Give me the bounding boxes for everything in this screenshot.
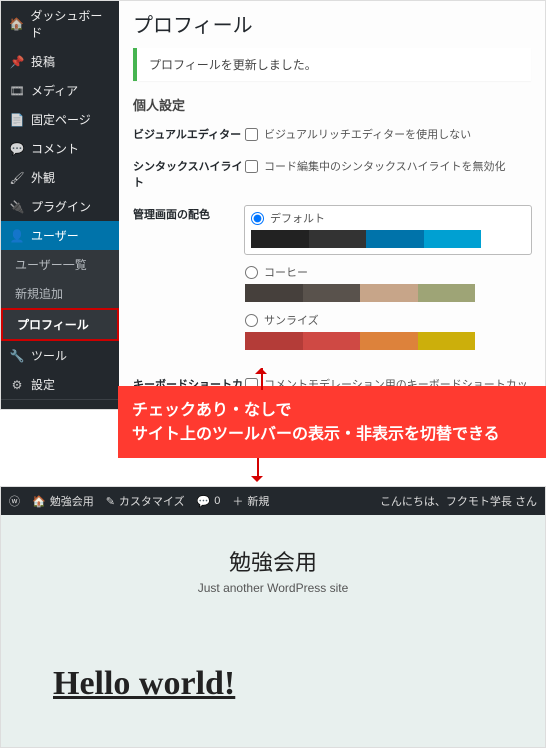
scheme-name: サンライズ (264, 312, 319, 328)
menu-posts[interactable]: 📌 投稿 (1, 47, 119, 76)
brush-icon: 🖌 (9, 171, 25, 185)
section-personal: 個人設定 (133, 95, 531, 114)
home-icon: 🏠 (32, 495, 46, 508)
submenu-profile[interactable]: プロフィール (1, 308, 119, 341)
profile-main: プロフィール プロフィールを更新しました。 個人設定 ビジュアルエディター ビジ… (119, 1, 545, 409)
menu-label: メディア (31, 82, 78, 99)
swatch-row (251, 230, 481, 248)
annotation-line1: チェックあり・なしで (132, 396, 534, 420)
menu-plugins[interactable]: 🔌 プラグイン (1, 192, 119, 221)
syntax-text: コード編集中のシンタックスハイライトを無効化 (264, 158, 505, 174)
ab-greeting: こんにちは、フクモト学長 さん (380, 493, 537, 509)
menu-pages[interactable]: 📄 固定ページ (1, 105, 119, 134)
post-title-link[interactable]: Hello world! (53, 665, 525, 703)
plus-icon: ＋ (232, 493, 243, 509)
menu-tools[interactable]: 🔧 ツール (1, 341, 119, 370)
label-colors: 管理画面の配色 (133, 206, 245, 222)
menu-label: 投稿 (31, 53, 55, 70)
comment-icon: 💬 (197, 495, 211, 508)
color-schemes: デフォルトコーヒーサンライズ (245, 206, 531, 360)
ab-comments-count: 0 (214, 495, 220, 507)
scheme-radio[interactable] (245, 266, 258, 279)
wp-admin: 🏠 ダッシュボード 📌 投稿 🎞 メディア 📄 固定ページ 💬 コメント 🖌 外観 🔌 プラグ… (0, 0, 546, 410)
syntax-checkbox-label[interactable]: コード編集中のシンタックスハイライトを無効化 (245, 158, 531, 174)
collapse-menu[interactable]: ◀メニューを閉じる (1, 399, 119, 410)
menu-dashboard[interactable]: 🏠 ダッシュボード (1, 1, 119, 47)
submenu-user-list[interactable]: ユーザー一覧 (1, 250, 119, 279)
admin-sidebar: 🏠 ダッシュボード 📌 投稿 🎞 メディア 📄 固定ページ 💬 コメント 🖌 外観 🔌 プラグ… (1, 1, 119, 409)
label-visual: ビジュアルエディター (133, 126, 245, 142)
page-icon: 📄 (9, 113, 25, 127)
row-syntax: シンタックスハイライト コード編集中のシンタックスハイライトを無効化 (133, 158, 531, 190)
frontend-preview: ⓦ 🏠 勉強会用 ✎ カスタマイズ 💬0 ＋新規 こんにちは、フクモト学長 さん 勉… (0, 486, 546, 748)
syntax-checkbox[interactable] (245, 160, 258, 173)
color-scheme-2[interactable]: サンライズ (245, 312, 531, 350)
menu-label: ツール (31, 347, 67, 364)
row-visual-editor: ビジュアルエディター ビジュアルリッチエディターを使用しない (133, 126, 531, 142)
ab-customize[interactable]: ✎ カスタマイズ (106, 493, 185, 509)
visual-text: ビジュアルリッチエディターを使用しない (264, 126, 471, 142)
visual-checkbox-label[interactable]: ビジュアルリッチエディターを使用しない (245, 126, 531, 142)
menu-label: 固定ページ (31, 111, 91, 128)
swatch-row (245, 284, 475, 302)
plugin-icon: 🔌 (9, 200, 25, 214)
visual-checkbox[interactable] (245, 128, 258, 141)
scheme-name: コーヒー (264, 264, 308, 280)
menu-label: ダッシュボード (30, 7, 111, 41)
ab-customize-label: カスタマイズ (119, 493, 185, 509)
submenu-add-new[interactable]: 新規追加 (1, 279, 119, 308)
wrench-icon: 🔧 (9, 349, 25, 363)
dashboard-icon: 🏠 (9, 17, 24, 31)
site-body: 勉強会用 Just another WordPress site Hello w… (1, 515, 545, 747)
color-scheme-1[interactable]: コーヒー (245, 264, 531, 302)
ab-site-label: 勉強会用 (50, 493, 94, 509)
wordpress-icon: ⓦ (9, 493, 20, 509)
menu-label: ユーザー (31, 227, 79, 244)
arrow-down-icon (0, 458, 546, 486)
menu-media[interactable]: 🎞 メディア (1, 76, 119, 105)
site-tagline: Just another WordPress site (21, 581, 525, 595)
scheme-radio[interactable] (245, 314, 258, 327)
menu-label: 設定 (31, 376, 55, 393)
gear-icon: ⚙ (9, 378, 25, 392)
menu-label: コメント (31, 140, 79, 157)
user-icon: 👤 (9, 229, 25, 243)
menu-label: プラグイン (31, 198, 91, 215)
row-color-scheme: 管理画面の配色 デフォルトコーヒーサンライズ (133, 206, 531, 360)
brush-icon: ✎ (106, 495, 115, 508)
menu-comments[interactable]: 💬 コメント (1, 134, 119, 163)
site-title[interactable]: 勉強会用 (21, 545, 525, 577)
annotation-line2: サイト上のツールバーの表示・非表示を切替できる (132, 420, 534, 444)
ab-site-name[interactable]: 🏠 勉強会用 (32, 493, 94, 509)
updated-notice: プロフィールを更新しました。 (133, 48, 531, 81)
users-submenu: ユーザー一覧 新規追加 プロフィール (1, 250, 119, 341)
menu-settings[interactable]: ⚙ 設定 (1, 370, 119, 399)
ab-wp-logo[interactable]: ⓦ (9, 493, 20, 509)
menu-label: 外観 (31, 169, 55, 186)
ab-new-label: 新規 (247, 493, 269, 509)
scheme-name: デフォルト (270, 210, 325, 226)
scheme-radio[interactable] (251, 212, 264, 225)
swatch-row (245, 332, 475, 350)
collapse-label: メニューを閉じる (24, 408, 111, 410)
wp-adminbar: ⓦ 🏠 勉強会用 ✎ カスタマイズ 💬0 ＋新規 こんにちは、フクモト学長 さん (1, 487, 545, 515)
comment-icon: 💬 (9, 142, 25, 156)
pin-icon: 📌 (9, 55, 25, 69)
menu-users[interactable]: 👤 ユーザー (1, 221, 119, 250)
annotation-callout: チェックあり・なしで サイト上のツールバーの表示・非表示を切替できる (118, 386, 546, 458)
site-header: 勉強会用 Just another WordPress site (21, 545, 525, 595)
menu-appearance[interactable]: 🖌 外観 (1, 163, 119, 192)
label-syntax: シンタックスハイライト (133, 158, 245, 190)
color-scheme-0[interactable]: デフォルト (245, 206, 531, 254)
media-icon: 🎞 (9, 84, 25, 98)
ab-new[interactable]: ＋新規 (232, 493, 269, 509)
ab-comments[interactable]: 💬0 (197, 495, 221, 508)
ab-account[interactable]: こんにちは、フクモト学長 さん (380, 493, 537, 509)
page-title: プロフィール (133, 9, 531, 38)
